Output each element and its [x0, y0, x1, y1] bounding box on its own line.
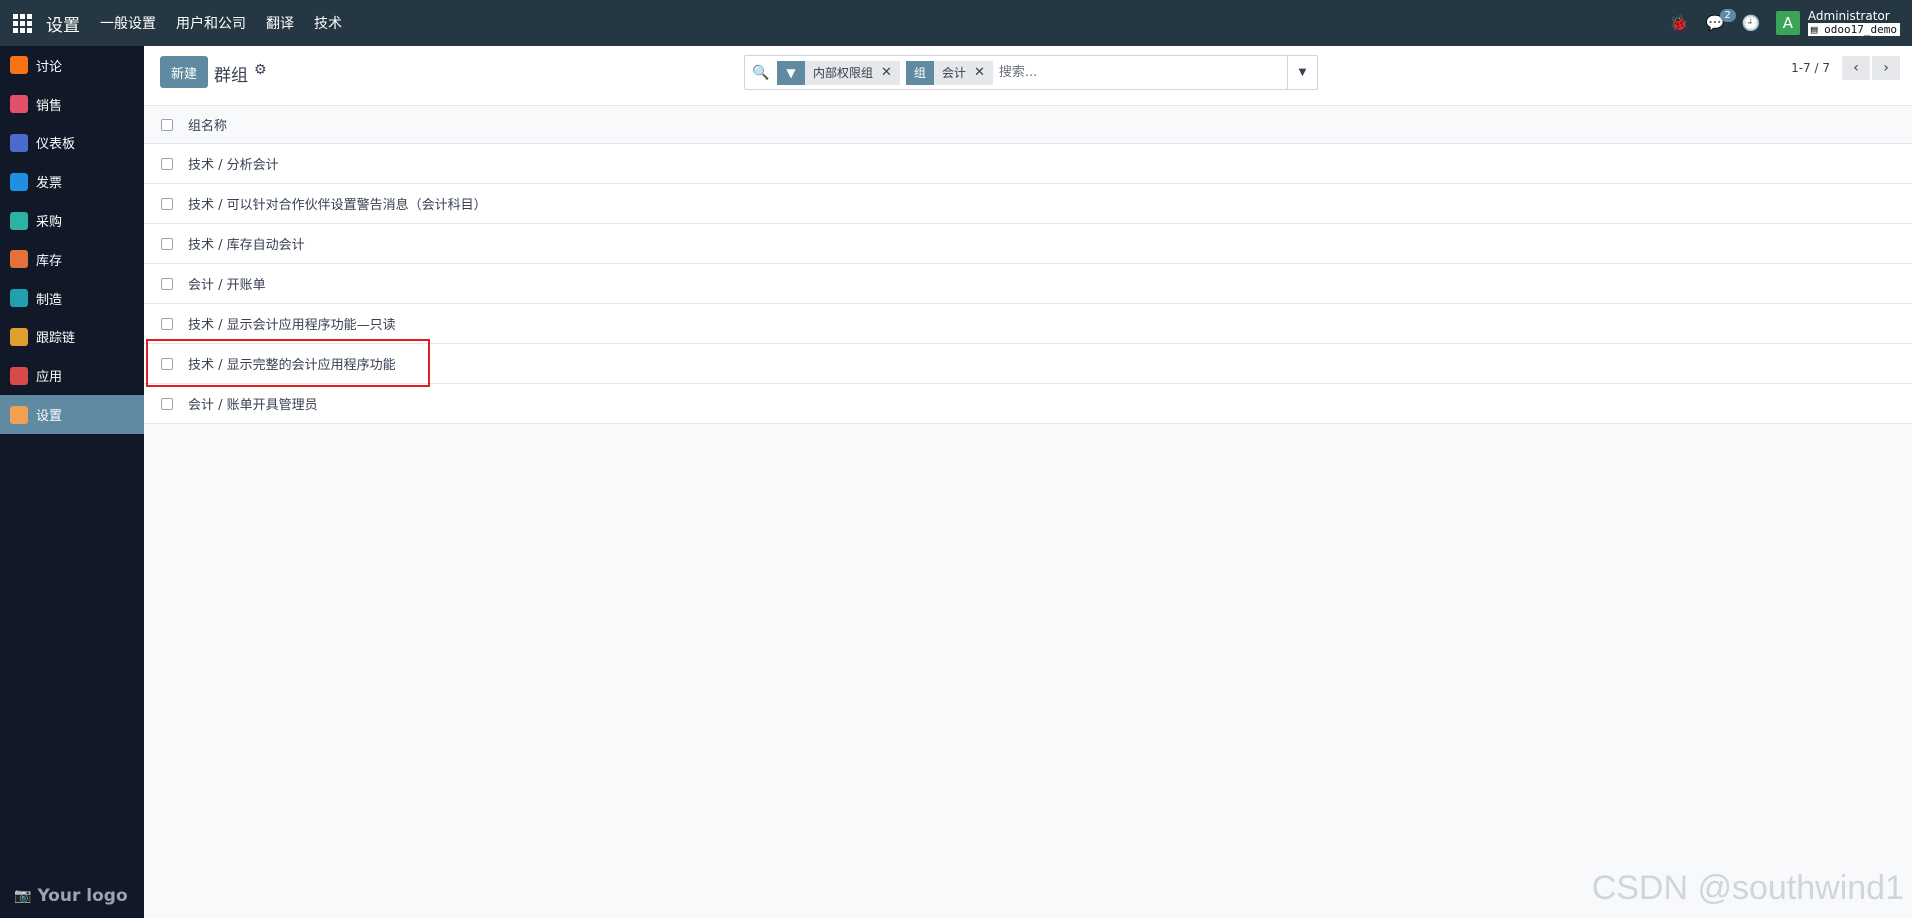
pager-value[interactable]: 1-7 / 7: [1791, 61, 1830, 75]
sidebar-item[interactable]: 采购: [0, 201, 144, 240]
row-checkbox[interactable]: [161, 237, 173, 250]
group-name-cell: 会计 / 开账单: [188, 278, 266, 293]
gear-icon[interactable]: ⚙: [254, 62, 267, 78]
sidebar-item-label: 制造: [36, 292, 63, 308]
pager-previous-icon[interactable]: ‹: [1842, 56, 1870, 80]
filter-icon: ▼: [777, 60, 805, 85]
sidebar-item-label: 应用: [36, 370, 63, 386]
table-row[interactable]: 技术 / 显示完整的会计应用程序功能: [144, 344, 1912, 384]
top-menu: 一般设置 用户和公司 翻译 技术: [100, 13, 362, 33]
activity-clock-icon[interactable]: 🕘: [1740, 12, 1762, 34]
search-facet-group: 组 会计 ✕: [905, 60, 993, 85]
sidebar-item-label: 仪表板: [36, 137, 76, 153]
debug-bug-icon[interactable]: 🐞: [1668, 12, 1690, 34]
remove-facet-icon[interactable]: ✕: [881, 65, 900, 80]
row-checkbox[interactable]: [161, 277, 173, 290]
app-icon: [10, 95, 28, 114]
row-checkbox[interactable]: [161, 317, 173, 330]
sidebar-item-label: 库存: [36, 253, 63, 269]
sidebar-item-label: 发票: [36, 176, 63, 192]
apps-menu-icon[interactable]: [0, 0, 44, 46]
row-checkbox[interactable]: [161, 197, 173, 210]
list-header: 组名称: [144, 106, 1912, 144]
group-name-cell: 技术 / 库存自动会计: [188, 238, 305, 253]
chat-badge: 2: [1719, 9, 1736, 22]
sidebar-item[interactable]: 库存: [0, 240, 144, 279]
watermark: CSDN @southwind1: [1591, 869, 1904, 907]
sidebar-item[interactable]: 应用: [0, 356, 144, 395]
search-input[interactable]: [998, 60, 1287, 85]
group-name-cell: 技术 / 可以针对合作伙伴设置警告消息（会计科目）: [188, 198, 487, 213]
table-row[interactable]: 会计 / 账单开具管理员: [144, 384, 1912, 424]
sidebar-item-label: 设置: [36, 409, 63, 425]
sidebar-item[interactable]: 制造: [0, 279, 144, 318]
sidebar-item-label: 跟踪链: [36, 331, 76, 347]
user-menu[interactable]: Administrator ▤ odoo17_demo: [1807, 9, 1900, 36]
app-icon: [10, 366, 28, 385]
company-logo: 📷 Your logo: [14, 886, 128, 906]
app-icon: [10, 405, 28, 424]
sidebar-item[interactable]: 讨论: [0, 46, 144, 85]
app-icon: [10, 250, 28, 269]
table-row[interactable]: 技术 / 库存自动会计: [144, 224, 1912, 264]
app-brand[interactable]: 设置: [46, 11, 80, 36]
group-name-cell: 技术 / 显示完整的会计应用程序功能: [188, 358, 396, 373]
sidebar-item[interactable]: 设置: [0, 395, 144, 434]
remove-facet-icon[interactable]: ✕: [974, 65, 993, 80]
sidebar-item[interactable]: 发票: [0, 162, 144, 201]
sidebar-item-label: 采购: [36, 215, 63, 231]
facet-value: 会计: [941, 66, 966, 80]
row-checkbox[interactable]: [161, 357, 173, 370]
table-row[interactable]: 技术 / 分析会计: [144, 144, 1912, 184]
search-bar: 🔍 ▼ 内部权限组 ✕ 组 会计 ✕ ▼: [744, 55, 1318, 90]
facet-tag: 组: [905, 60, 934, 85]
sidebar: 讨论销售仪表板发票采购库存制造跟踪链应用设置 📷 Your logo: [0, 46, 144, 918]
menu-translations[interactable]: 翻译: [266, 13, 294, 33]
row-checkbox[interactable]: [161, 157, 173, 170]
app-icon: [10, 327, 28, 346]
systray: 🐞 💬 2 🕘 A Administrator ▤ odoo17_demo: [1654, 0, 1900, 46]
pager-next-icon[interactable]: ›: [1872, 56, 1900, 80]
sidebar-item[interactable]: 仪表板: [0, 124, 144, 163]
group-name-cell: 技术 / 显示会计应用程序功能—只读: [188, 318, 396, 333]
app-icon: [10, 56, 28, 75]
sidebar-item[interactable]: 跟踪链: [0, 318, 144, 357]
db-name: ▤ odoo17_demo: [1807, 23, 1900, 36]
sidebar-item[interactable]: 销售: [0, 85, 144, 124]
control-panel: 新建 群组 ⚙ 🔍 ▼ 内部权限组 ✕ 组 会计 ✕ ▼ 1-7 / 7 ‹ ›: [144, 46, 1912, 106]
sidebar-item-label: 讨论: [36, 59, 63, 75]
table-row[interactable]: 技术 / 可以针对合作伙伴设置警告消息（会计科目）: [144, 184, 1912, 224]
menu-users-companies[interactable]: 用户和公司: [176, 13, 246, 33]
app-icon: [10, 172, 28, 191]
group-name-cell: 技术 / 分析会计: [188, 158, 279, 173]
top-navbar: 设置 一般设置 用户和公司 翻译 技术 🐞 💬 2 🕘 A Administrat…: [0, 0, 1912, 46]
app-icon: [10, 289, 28, 308]
facet-value: 内部权限组: [813, 66, 874, 80]
search-icon[interactable]: 🔍: [745, 65, 777, 81]
table-row[interactable]: 技术 / 显示会计应用程序功能—只读: [144, 304, 1912, 344]
app-icon: [10, 133, 28, 152]
select-all-checkbox[interactable]: [161, 118, 173, 131]
chat-icon[interactable]: 💬 2: [1704, 9, 1736, 34]
search-facet-filter: ▼ 内部权限组 ✕: [777, 60, 900, 85]
search-options-toggle[interactable]: ▼: [1287, 56, 1317, 89]
avatar[interactable]: A: [1775, 11, 1800, 35]
row-checkbox[interactable]: [161, 397, 173, 410]
page-title: 群组: [214, 66, 248, 86]
user-name: Administrator: [1807, 9, 1890, 23]
pager: 1-7 / 7 ‹ ›: [1791, 56, 1900, 80]
new-button[interactable]: 新建: [160, 56, 209, 88]
table-row[interactable]: 会计 / 开账单: [144, 264, 1912, 304]
menu-technical[interactable]: 技术: [314, 13, 342, 33]
sidebar-item-label: 销售: [36, 98, 63, 114]
group-name-cell: 会计 / 账单开具管理员: [188, 398, 318, 413]
camera-icon: 📷: [14, 888, 32, 904]
app-icon: [10, 211, 28, 230]
logo-text: Your logo: [37, 886, 128, 906]
menu-general-settings[interactable]: 一般设置: [100, 13, 156, 33]
column-header-name[interactable]: 组名称: [188, 115, 227, 134]
groups-list: 组名称 技术 / 分析会计技术 / 可以针对合作伙伴设置警告消息（会计科目） 技术…: [144, 106, 1912, 424]
